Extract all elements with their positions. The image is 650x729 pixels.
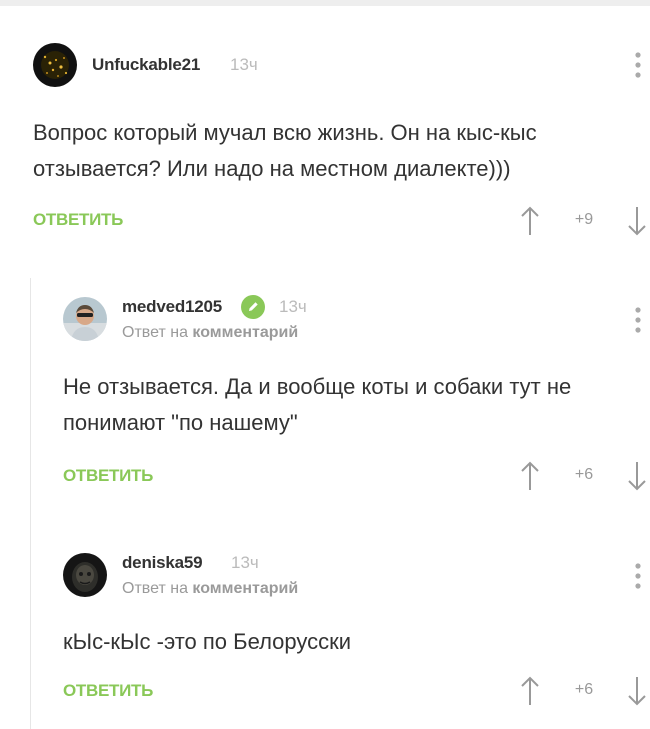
rating-value: +9	[574, 211, 594, 228]
reply-button[interactable]: ОТВЕТИТЬ	[33, 210, 123, 230]
more-menu-icon[interactable]	[633, 305, 643, 335]
downvote-arrow-icon[interactable]	[627, 460, 647, 492]
comment-text: кЫс-кЫс -это по Белорусски	[63, 629, 352, 654]
downvote-arrow-icon[interactable]	[627, 675, 647, 707]
upvote-arrow-icon[interactable]	[520, 460, 540, 492]
reply-to-prefix: Ответ на	[122, 580, 193, 597]
rating-value: +6	[574, 466, 594, 483]
username[interactable]: Unfuckable21	[92, 55, 200, 75]
avatar[interactable]	[63, 553, 107, 597]
avatar[interactable]	[33, 43, 77, 87]
verified-icon	[241, 295, 265, 319]
more-menu-icon[interactable]	[633, 561, 643, 591]
comment-time: 13ч	[231, 553, 259, 572]
reply-button[interactable]: ОТВЕТИТЬ	[63, 681, 153, 701]
top-divider	[0, 0, 650, 6]
username[interactable]: deniska59	[122, 553, 203, 573]
comment-time: 13ч	[279, 297, 307, 316]
downvote-arrow-icon[interactable]	[627, 205, 647, 237]
comment-time: 13ч	[230, 55, 258, 74]
upvote-arrow-icon[interactable]	[520, 205, 540, 237]
upvote-arrow-icon[interactable]	[520, 675, 540, 707]
reply-to-link[interactable]: Ответ на комментарий	[122, 580, 298, 598]
thread-line	[30, 278, 31, 729]
rating-value: +6	[574, 681, 594, 698]
username[interactable]: medved1205	[122, 297, 222, 317]
comment-text: Вопрос который мучал всю жизнь. Он на кы…	[33, 120, 537, 181]
comment-text: Не отзывается. Да и вообще коты и собаки…	[63, 374, 572, 435]
reply-to-comment-link[interactable]: комментарий	[192, 324, 298, 341]
reply-to-comment-link[interactable]: комментарий	[192, 580, 298, 597]
more-menu-icon[interactable]	[633, 50, 643, 80]
avatar[interactable]	[63, 297, 107, 341]
reply-to-prefix: Ответ на	[122, 324, 193, 341]
reply-button[interactable]: ОТВЕТИТЬ	[63, 466, 153, 486]
reply-to-link[interactable]: Ответ на комментарий	[122, 324, 298, 342]
